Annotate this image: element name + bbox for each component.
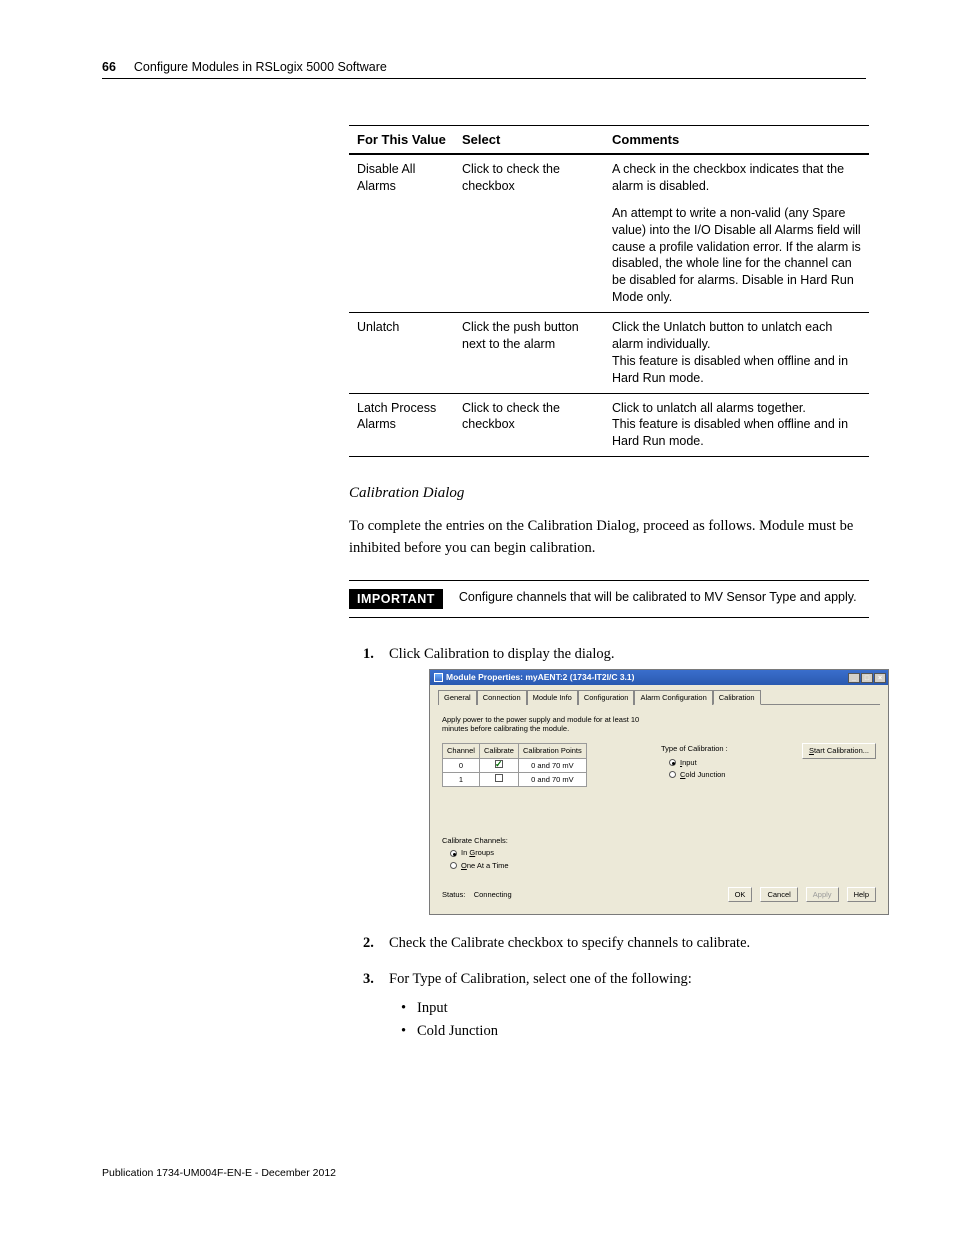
cell-value: Disable All Alarms: [349, 154, 454, 313]
bullet-item: Cold Junction: [389, 1020, 869, 1043]
radio-cold-label: Cold Junction: [680, 769, 725, 780]
calibrate-channels-group: Calibrate Channels: In Groups One At a T…: [442, 835, 876, 871]
col-header-comments: Comments: [604, 126, 869, 155]
important-text: Configure channels that will be calibrat…: [459, 589, 857, 607]
status-value: Connecting: [474, 890, 512, 899]
tab-module-info[interactable]: Module Info: [527, 690, 578, 705]
maximize-button[interactable]: □: [861, 673, 873, 683]
status-label: Status:: [442, 890, 465, 899]
tab-configuration[interactable]: Configuration: [578, 690, 635, 705]
table-row: Latch Process Alarms Click to check the …: [349, 393, 869, 457]
cal-col-calibrate: Calibrate: [479, 744, 518, 758]
calibrate-checkbox-0[interactable]: [495, 760, 503, 768]
table-row: Disable All Alarms Click to check the ch…: [349, 154, 869, 313]
sub-heading: Calibration Dialog: [349, 485, 869, 502]
step-item: For Type of Calibration, select one of t…: [349, 969, 869, 1043]
cal-col-channel: Channel: [443, 744, 480, 758]
radio-one-at-a-time[interactable]: [450, 862, 457, 869]
app-icon: [434, 673, 443, 682]
tab-connection[interactable]: Connection: [477, 690, 527, 705]
page-header: 66 Configure Modules in RSLogix 5000 Sof…: [102, 60, 866, 74]
radio-in-groups[interactable]: [450, 850, 457, 857]
cell-comments: A check in the checkbox indicates that t…: [604, 154, 869, 313]
minimize-button[interactable]: _: [848, 673, 860, 683]
cell-value: Latch Process Alarms: [349, 393, 454, 457]
help-button[interactable]: Help: [847, 887, 876, 902]
bullet-item: Input: [389, 997, 869, 1020]
cell-comments: Click to unlatch all alarms together. Th…: [604, 393, 869, 457]
calibrate-checkbox-1[interactable]: [495, 774, 503, 782]
cell-select: Click the push button next to the alarm: [454, 313, 604, 394]
start-calibration-button[interactable]: Start Calibration...: [802, 743, 876, 758]
step-item: Check the Calibrate checkbox to specify …: [349, 933, 869, 955]
module-properties-dialog: Module Properties: myAENT:2 (1734-IT2I/C…: [429, 669, 889, 915]
tab-alarm-configuration[interactable]: Alarm Configuration: [634, 690, 712, 705]
col-header-value: For This Value: [349, 126, 454, 155]
radio-input-label: Input: [680, 757, 697, 768]
tab-general[interactable]: General: [438, 690, 477, 705]
calibration-hint: Apply power to the power supply and modu…: [442, 715, 652, 733]
apply-button[interactable]: Apply: [806, 887, 839, 902]
dialog-title: Module Properties: myAENT:2 (1734-IT2I/C…: [446, 671, 634, 684]
dialog-titlebar[interactable]: Module Properties: myAENT:2 (1734-IT2I/C…: [430, 670, 888, 685]
cancel-button[interactable]: Cancel: [760, 887, 797, 902]
section-title: Configure Modules in RSLogix 5000 Softwa…: [134, 60, 387, 74]
col-header-select: Select: [454, 126, 604, 155]
cal-col-points: Calibration Points: [518, 744, 586, 758]
calchan-label: Calibrate Channels:: [442, 835, 876, 846]
radio-one-label: One At a Time: [461, 860, 509, 871]
cell-select: Click to check the checkbox: [454, 393, 604, 457]
steps-list: Click Calibration to display the dialog.…: [349, 644, 869, 1043]
important-badge: IMPORTANT: [349, 589, 443, 609]
cell-comments: Click the Unlatch button to unlatch each…: [604, 313, 869, 394]
cell-select: Click to check the checkbox: [454, 154, 604, 313]
body-paragraph: To complete the entries on the Calibrati…: [349, 516, 869, 560]
status-area: Status: Connecting: [442, 889, 512, 900]
type-of-calibration-group: Type of Calibration : Input Cold Junctio…: [661, 743, 728, 781]
type-label: Type of Calibration :: [661, 743, 728, 754]
important-callout: IMPORTANT Configure channels that will b…: [349, 580, 869, 618]
page-number: 66: [102, 60, 116, 74]
tab-strip: General Connection Module Info Configura…: [438, 689, 880, 705]
cell-value: Unlatch: [349, 313, 454, 394]
ok-button[interactable]: OK: [728, 887, 753, 902]
header-rule: [102, 78, 866, 79]
radio-in-groups-label: In Groups: [461, 847, 494, 858]
step-item: Click Calibration to display the dialog.…: [349, 644, 869, 916]
cal-row: 0 0 and 70 mV: [443, 758, 587, 772]
close-button[interactable]: ×: [874, 673, 886, 683]
footer-publication: Publication 1734-UM004F-EN-E - December …: [102, 1167, 336, 1179]
calibration-channels-table: Channel Calibrate Calibration Points 0 0…: [442, 743, 587, 787]
radio-cold-junction[interactable]: [669, 771, 676, 778]
table-row: Unlatch Click the push button next to th…: [349, 313, 869, 394]
settings-table: For This Value Select Comments Disable A…: [349, 125, 869, 457]
radio-input[interactable]: [669, 759, 676, 766]
cal-row: 1 0 and 70 mV: [443, 772, 587, 786]
tab-calibration[interactable]: Calibration: [713, 690, 761, 705]
step3-options: Input Cold Junction: [389, 997, 869, 1043]
